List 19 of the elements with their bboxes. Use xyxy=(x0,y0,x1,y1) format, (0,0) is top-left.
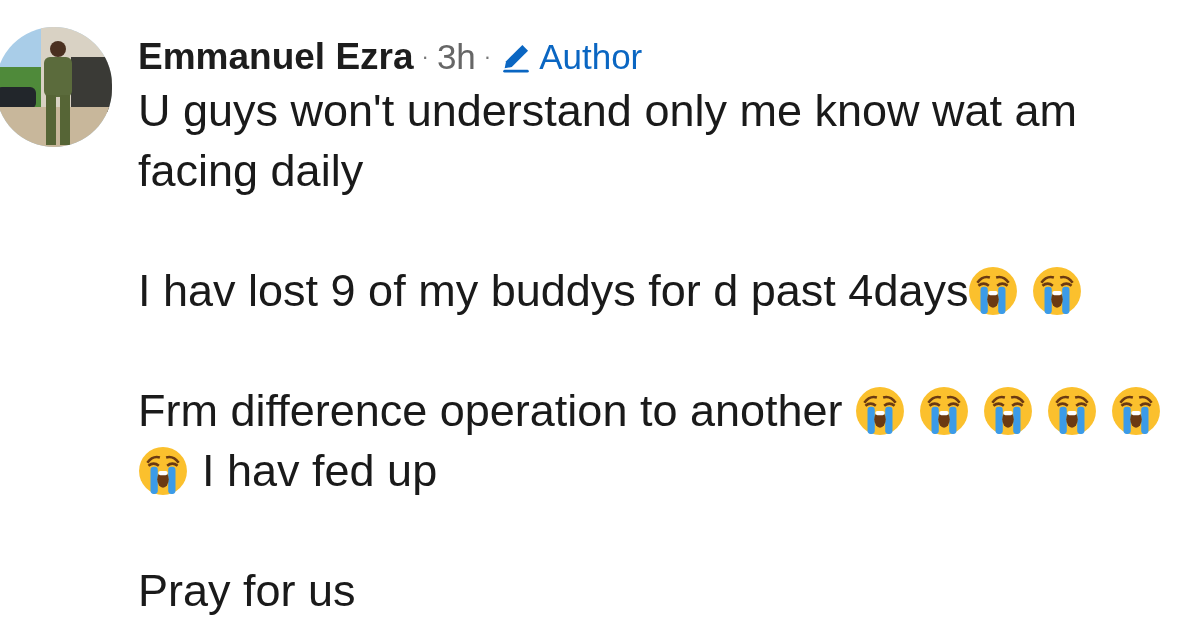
crying-face-icon xyxy=(855,385,906,436)
comment-text: I hav lost 9 of my buddys for d past 4days xyxy=(138,263,969,318)
comment-text: Frm difference operation to another xyxy=(138,383,844,438)
author-name[interactable]: Emmanuel Ezra xyxy=(138,29,414,85)
comment-text: facing daily xyxy=(138,143,364,198)
crying-face-icon xyxy=(968,265,1019,316)
crying-face-icon xyxy=(983,385,1034,436)
comment-time: 3h xyxy=(436,35,476,78)
crying-face-icon xyxy=(1032,265,1083,316)
crying-face-icon xyxy=(138,445,188,496)
separator-dot: · xyxy=(483,43,492,72)
crying-face-icon xyxy=(919,385,970,436)
separator-dot: · xyxy=(421,43,429,72)
comment-text: I hav fed up xyxy=(202,443,438,498)
author-label: Author xyxy=(499,30,643,83)
comment-text: Pray for us xyxy=(138,563,356,617)
crying-face-icon xyxy=(1111,385,1162,436)
comment-text: U guys won't understand only me know wat am xyxy=(138,83,1078,138)
crying-face-icon xyxy=(1047,385,1098,436)
